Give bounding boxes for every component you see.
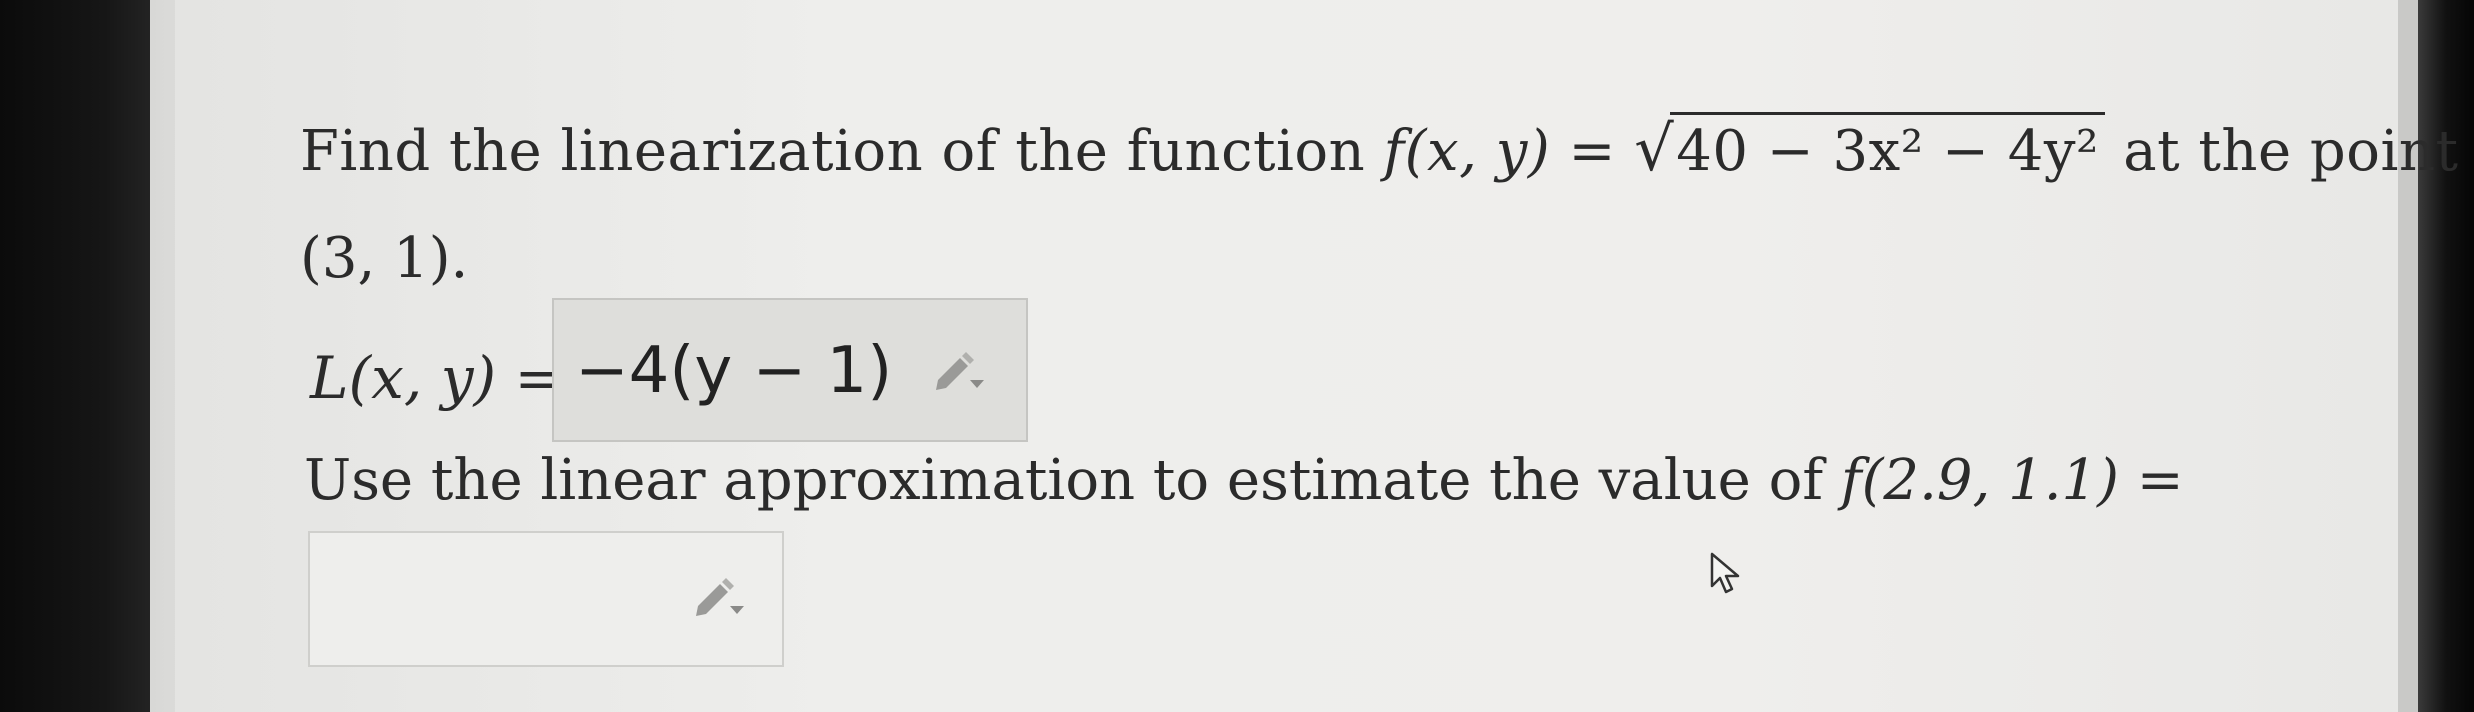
question-line-2: Use the linear approximation to estimate… xyxy=(304,448,2184,513)
pencil-dropdown-icon[interactable] xyxy=(930,350,990,394)
question-point: (3, 1). xyxy=(300,226,469,291)
screen-bezel-right xyxy=(2418,0,2474,712)
pencil-dropdown-icon[interactable] xyxy=(690,576,750,620)
part2-text: Use the linear approximation to estimate… xyxy=(304,448,1841,513)
scrollbar[interactable] xyxy=(2398,0,2418,712)
part2-expression: f(2.9, 1.1) = xyxy=(1840,448,2184,513)
question-suffix: at the point xyxy=(2104,119,2459,184)
radicand: 40 − 3x² − 4y² xyxy=(1670,112,2105,184)
question-prefix: Find the linearization of the function xyxy=(300,119,1384,184)
mouse-pointer-icon xyxy=(1710,552,1740,594)
screen-bezel-left xyxy=(0,0,175,712)
linearization-label: L(x, y) = xyxy=(310,344,564,412)
function-lhs: f(x, y) = xyxy=(1383,119,1635,184)
question-line-1: Find the linearization of the function f… xyxy=(300,112,2458,185)
square-root: √40 − 3x² − 4y² xyxy=(1634,112,2105,185)
linearization-answer-value: −4(y − 1) xyxy=(575,334,893,408)
